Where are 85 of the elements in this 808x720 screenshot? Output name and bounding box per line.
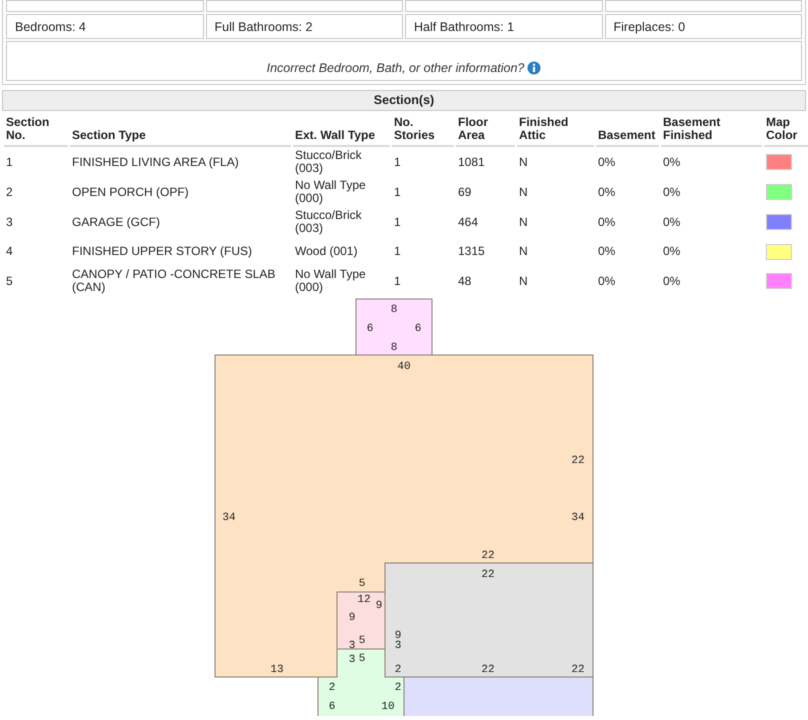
detail-text: Fireplaces: 0: [614, 20, 686, 34]
dimension-label: 6: [366, 323, 374, 335]
dimension-label: 8: [390, 304, 398, 316]
table-cell-text: Stucco/Brick (003): [294, 147, 363, 177]
table-cell-text: 1: [393, 154, 402, 170]
dimension-label: 22: [481, 569, 495, 581]
detail-text: Half Bathrooms: 1: [414, 20, 514, 34]
dimension-label: 40: [397, 361, 411, 373]
column-header: Map Color: [764, 114, 808, 147]
info-link[interactable]: Incorrect Bedroom, Bath, or other information?: [266, 61, 524, 75]
dimension-label: 34: [571, 512, 585, 524]
table-cell-text: No Wall Type (000): [294, 266, 367, 296]
table-cell-text: 1: [393, 272, 402, 290]
column-header: Floor Area: [456, 114, 515, 147]
detail-text: Bedrooms: 4: [15, 20, 86, 34]
table-cell-text: OPEN PORCH (OPF): [71, 184, 190, 200]
dimension-label: 6: [328, 701, 336, 713]
table-cell-text: 0%: [662, 214, 682, 230]
dimension-label: 22: [481, 550, 495, 562]
table-cell-text: 0%: [597, 272, 616, 290]
dimension-label: 5: [358, 635, 366, 647]
table-cell-text: CANOPY / PATIO -CONCRETE SLAB (CAN): [71, 266, 276, 296]
table-cell-text: 1: [393, 243, 402, 260]
table-cell-text: GARAGE (GCF): [71, 214, 162, 230]
table-cell-text: 1: [5, 154, 14, 170]
table-cell-text: 4: [5, 243, 14, 260]
column-header: No. Stories: [392, 114, 454, 147]
table-cell-text: FINISHED UPPER STORY (FUS): [71, 243, 254, 260]
dimension-label: 2: [328, 682, 336, 694]
dimension-label: 5: [358, 653, 366, 665]
table-cell-text: N: [518, 243, 529, 260]
dimension-label: 9: [394, 630, 402, 642]
column-header: Section Type: [70, 114, 291, 147]
dimension-label: 22: [571, 455, 585, 467]
column-header: Ext. Wall Type: [293, 114, 390, 147]
dimension-label: 3: [348, 654, 356, 666]
table-cell-text: 2: [5, 184, 14, 200]
section-header: Section(s): [2, 90, 806, 111]
dimension-label: 3: [348, 640, 356, 652]
table-cell-text: 69: [457, 184, 472, 200]
table-cell-text: 1081: [457, 154, 486, 170]
detail-text: Full Bathrooms: 2: [214, 20, 312, 34]
dimension-label: 34: [222, 512, 236, 524]
table-cell-text: 0%: [597, 154, 616, 170]
dimension-label: 5: [358, 578, 366, 590]
info-icon[interactable]: [527, 61, 542, 75]
table-cell-text: 1: [393, 184, 402, 200]
table-cell-text: 48: [457, 272, 472, 290]
table-cell-text: N: [518, 214, 529, 230]
table-cell-text: 464: [457, 214, 480, 230]
dimension-label: 13: [270, 664, 284, 676]
dimension-label: 6: [414, 323, 422, 335]
table-cell-text: 0%: [662, 272, 682, 290]
table-cell-text: Wood (001): [294, 243, 358, 260]
table-cell-text: N: [518, 272, 529, 290]
table-cell-text: No Wall Type (000): [294, 177, 367, 207]
dimension-label: 8: [390, 342, 398, 354]
dimension-label: 9: [348, 612, 356, 624]
column-header: Finished Attic: [517, 114, 594, 147]
table-cell-text: 1: [393, 214, 402, 230]
dimension-label: 3: [394, 640, 402, 652]
dimension-label: 2: [394, 664, 402, 676]
table-cell-text: 0%: [662, 243, 682, 260]
table-cell-text: N: [518, 184, 529, 200]
column-header: Basement: [596, 114, 659, 147]
dimension-label: 10: [381, 701, 395, 713]
table-cell-text: 3: [5, 214, 14, 230]
column-header: Section No.: [4, 114, 68, 147]
table-cell-text: 0%: [597, 243, 616, 260]
dimension-label: 12: [357, 594, 371, 606]
column-header: Basement Finished: [661, 114, 762, 147]
table-cell-text: 0%: [597, 184, 616, 200]
dimension-label: 22: [481, 664, 495, 676]
table-cell-text: 5: [5, 272, 14, 290]
table-cell-text: 0%: [662, 154, 682, 170]
table-cell-text: Stucco/Brick (003): [294, 207, 363, 237]
table-cell-text: FINISHED LIVING AREA (FLA): [71, 154, 240, 170]
upper-story-area: [336, 592, 386, 650]
table-cell-text: 1315: [457, 243, 486, 260]
dimension-label: 2: [394, 682, 402, 694]
table-cell-text: N: [518, 154, 529, 170]
dimension-label: 9: [376, 600, 382, 612]
table-cell-text: 0%: [597, 214, 616, 230]
table-cell-text: 0%: [662, 184, 682, 200]
dimension-label: 22: [571, 664, 585, 676]
